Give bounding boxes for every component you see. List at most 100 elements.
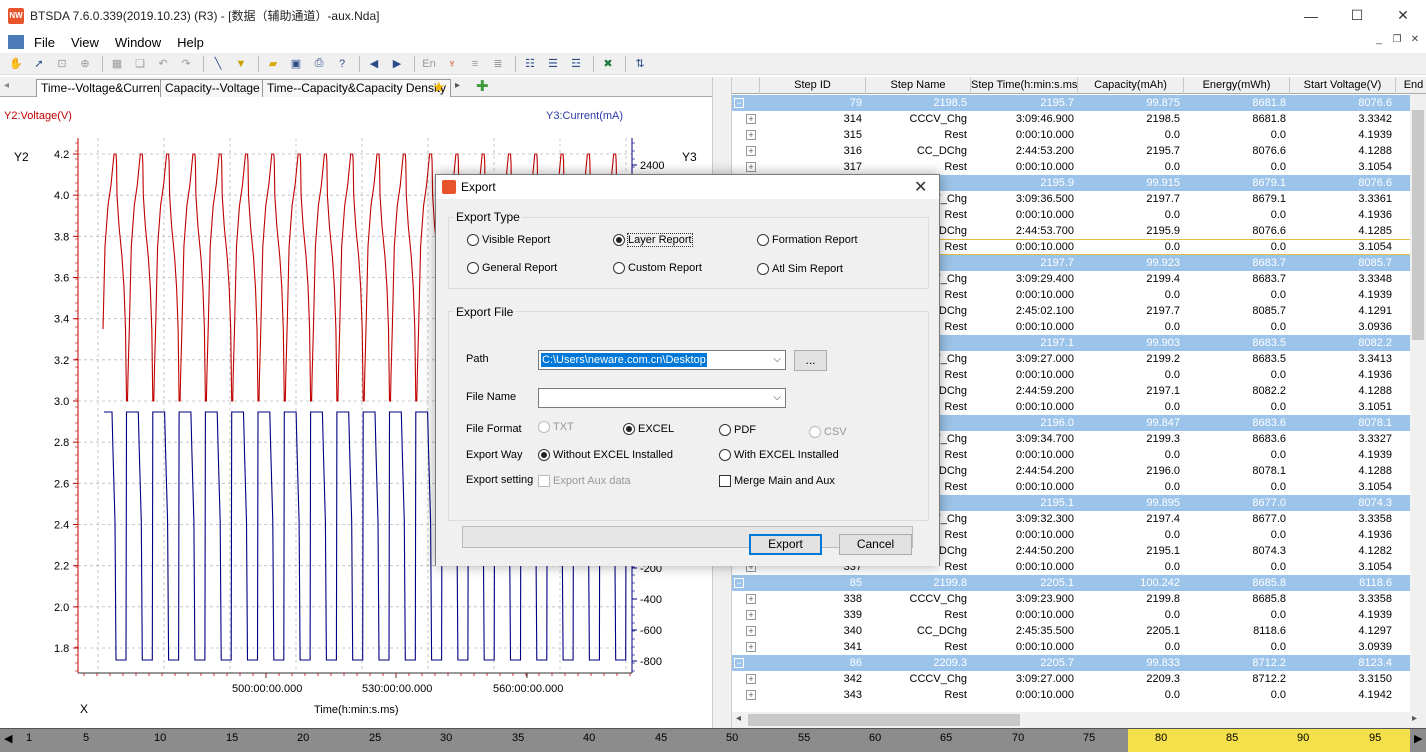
expand-icon[interactable]: +	[746, 114, 756, 124]
header-end[interactable]: End	[1396, 77, 1426, 94]
header-capacity[interactable]: Capacity(mAh)	[1078, 77, 1184, 94]
align-icon[interactable]: ≡	[465, 55, 485, 73]
table-row[interactable]: +338 CCCV_Chg 3:09:23.900 2199.8 8685.8 3.335…	[732, 591, 1426, 607]
expand-icon[interactable]: +	[746, 594, 756, 604]
tab-time-capacity-density[interactable]: Time--Capacity&Capacity Density	[262, 79, 451, 97]
marker-icon[interactable]: ♆	[442, 55, 462, 73]
excel-icon[interactable]: ✖	[598, 55, 618, 73]
arrow-right-icon[interactable]: ▶	[387, 55, 407, 73]
radio-general-report[interactable]: General Report	[467, 262, 557, 274]
header-start-voltage[interactable]: Start Voltage(V)	[1290, 77, 1396, 94]
browse-button[interactable]: ...	[794, 350, 827, 371]
merge-main-aux-checkbox[interactable]: Merge Main and Aux	[719, 475, 835, 487]
table-row[interactable]: +339 Rest 0:00:10.000 0.0 0.0 4.1939	[732, 607, 1426, 623]
undo-icon[interactable]: ↶	[153, 55, 173, 73]
save-icon[interactable]: ▣	[286, 55, 306, 73]
tab-time-voltage-current[interactable]: Time--Voltage&Current	[36, 79, 169, 97]
maximize-icon[interactable]: ☐	[1334, 0, 1380, 31]
grid-vertical-scroll-thumb[interactable]	[1412, 110, 1424, 340]
scroll-left-icon[interactable]: ◂	[736, 713, 741, 724]
export-aux-checkbox[interactable]: Export Aux data	[538, 475, 631, 487]
table-row[interactable]: +341 Rest 0:00:10.000 0.0 0.0 3.0939	[732, 639, 1426, 655]
table2-icon[interactable]: ☰	[543, 55, 563, 73]
table-icon[interactable]: ☷	[520, 55, 540, 73]
copy-icon[interactable]: ❏	[130, 55, 150, 73]
switch-icon[interactable]: ⇅	[630, 55, 650, 73]
document-icon[interactable]	[8, 35, 24, 49]
close-icon[interactable]: ✕	[1380, 0, 1426, 31]
file-name-dropdown-icon[interactable]: ⌵	[773, 392, 781, 403]
measure-icon[interactable]: ╲	[208, 55, 228, 73]
print-icon[interactable]: ⎙	[309, 55, 329, 73]
minimize-icon[interactable]: —	[1288, 0, 1334, 31]
align2-icon[interactable]: ≣	[488, 55, 508, 73]
radio-format-pdf[interactable]: PDF	[719, 424, 756, 436]
mdi-restore-icon[interactable]: ❐	[1388, 34, 1406, 50]
table-row[interactable]: +340 CC_DChg 2:45:35.500 2205.1 8118.6 4.1297	[732, 623, 1426, 639]
radio-visible-report[interactable]: Visible Report	[467, 234, 550, 246]
language-icon[interactable]: En	[419, 55, 439, 73]
add-tab-icon[interactable]: ✚	[476, 77, 489, 95]
collapse-icon[interactable]: −	[734, 658, 744, 668]
pointer-icon[interactable]: ➚	[29, 55, 49, 73]
expand-icon[interactable]: +	[746, 642, 756, 652]
expand-icon[interactable]: +	[746, 610, 756, 620]
path-dropdown-icon[interactable]: ⌵	[773, 354, 781, 365]
header-energy[interactable]: Energy(mWh)	[1184, 77, 1290, 94]
table-row[interactable]: +342 CCCV_Chg 3:09:27.000 2209.3 8712.2 3.315…	[732, 671, 1426, 687]
header-step-id[interactable]: Step ID	[760, 77, 866, 94]
tab-capacity-voltage[interactable]: Capacity--Voltage	[160, 79, 265, 97]
strip-left-icon[interactable]: ◀	[4, 732, 12, 745]
strip-right-icon[interactable]: ▶	[1414, 732, 1422, 745]
collapse-icon[interactable]: −	[734, 98, 744, 108]
radio-layer-report[interactable]: Layer Report	[613, 233, 693, 247]
table-row[interactable]: +315 Rest 0:00:10.000 0.0 0.0 4.1939	[732, 127, 1426, 143]
zoom-icon[interactable]: ⊕	[75, 55, 95, 73]
mdi-minimize-icon[interactable]: _	[1370, 34, 1388, 50]
open-folder-icon[interactable]: ▰	[263, 55, 283, 73]
group-row[interactable]: − 86 2209.3 2205.7 99.833 8712.2 8123.4	[732, 655, 1426, 671]
arrow-left-icon[interactable]: ◀	[364, 55, 384, 73]
menu-file[interactable]: File	[28, 35, 61, 50]
radio-without-excel[interactable]: Without EXCEL Installed	[538, 449, 673, 461]
table-row[interactable]: +343 Rest 0:00:10.000 0.0 0.0 4.1942	[732, 687, 1426, 703]
radio-custom-report[interactable]: Custom Report	[613, 262, 702, 274]
table3-icon[interactable]: ☲	[566, 55, 586, 73]
scroll-right-icon[interactable]: ▸	[1412, 713, 1417, 724]
menu-view[interactable]: View	[65, 35, 105, 50]
header-step-name[interactable]: Step Name	[866, 77, 971, 94]
redo-icon[interactable]: ↷	[176, 55, 196, 73]
table-row[interactable]: +316 CC_DChg 2:44:53.200 2195.7 8076.6 4.1288	[732, 143, 1426, 159]
radio-format-csv[interactable]: CSV	[809, 426, 847, 438]
menu-window[interactable]: Window	[109, 35, 167, 50]
cycle-range-selection[interactable]	[1128, 729, 1410, 752]
help-icon[interactable]: ?	[332, 55, 352, 73]
mdi-close-icon[interactable]: ✕	[1406, 34, 1424, 50]
radio-format-excel[interactable]: EXCEL	[623, 423, 674, 435]
radio-with-excel[interactable]: With EXCEL Installed	[719, 449, 839, 461]
expand-icon[interactable]: +	[746, 674, 756, 684]
tab-scroll-left-icon[interactable]: ◂	[4, 80, 9, 91]
collapse-icon[interactable]: −	[734, 578, 744, 588]
table-row[interactable]: +314 CCCV_Chg 3:09:46.900 2198.5 8681.8 3.334…	[732, 111, 1426, 127]
radio-format-txt[interactable]: TXT	[538, 421, 574, 433]
export-button[interactable]: Export	[749, 534, 822, 555]
expand-icon[interactable]: +	[746, 130, 756, 140]
file-name-combo[interactable]: ⌵	[538, 388, 786, 408]
tab-scroll-right-icon[interactable]: ▸	[455, 80, 460, 91]
dialog-close-icon[interactable]: ✕	[914, 177, 927, 197]
path-combo[interactable]: C:\Users\neware.com.cn\Desktop ⌵	[538, 350, 786, 370]
menu-help[interactable]: Help	[171, 35, 210, 50]
radio-formation-report[interactable]: Formation Report	[757, 234, 858, 246]
header-step-time[interactable]: Step Time(h:min:s.ms)	[971, 77, 1078, 94]
expand-icon[interactable]: +	[746, 146, 756, 156]
group-row[interactable]: − 79 2198.5 2195.7 99.875 8681.8 8076.6	[732, 95, 1426, 111]
table-row[interactable]: +317 Rest 0:00:10.000 0.0 0.0 3.1054	[732, 159, 1426, 175]
hand-icon[interactable]: ✋	[6, 55, 26, 73]
expand-icon[interactable]: +	[746, 162, 756, 172]
grid-horizontal-scroll-thumb[interactable]	[748, 714, 1020, 726]
group-row[interactable]: − 85 2199.8 2205.1 100.242 8685.8 8118.6	[732, 575, 1426, 591]
filter-icon[interactable]: ▼	[231, 55, 251, 73]
cancel-button[interactable]: Cancel	[839, 534, 912, 555]
expand-icon[interactable]: +	[746, 626, 756, 636]
